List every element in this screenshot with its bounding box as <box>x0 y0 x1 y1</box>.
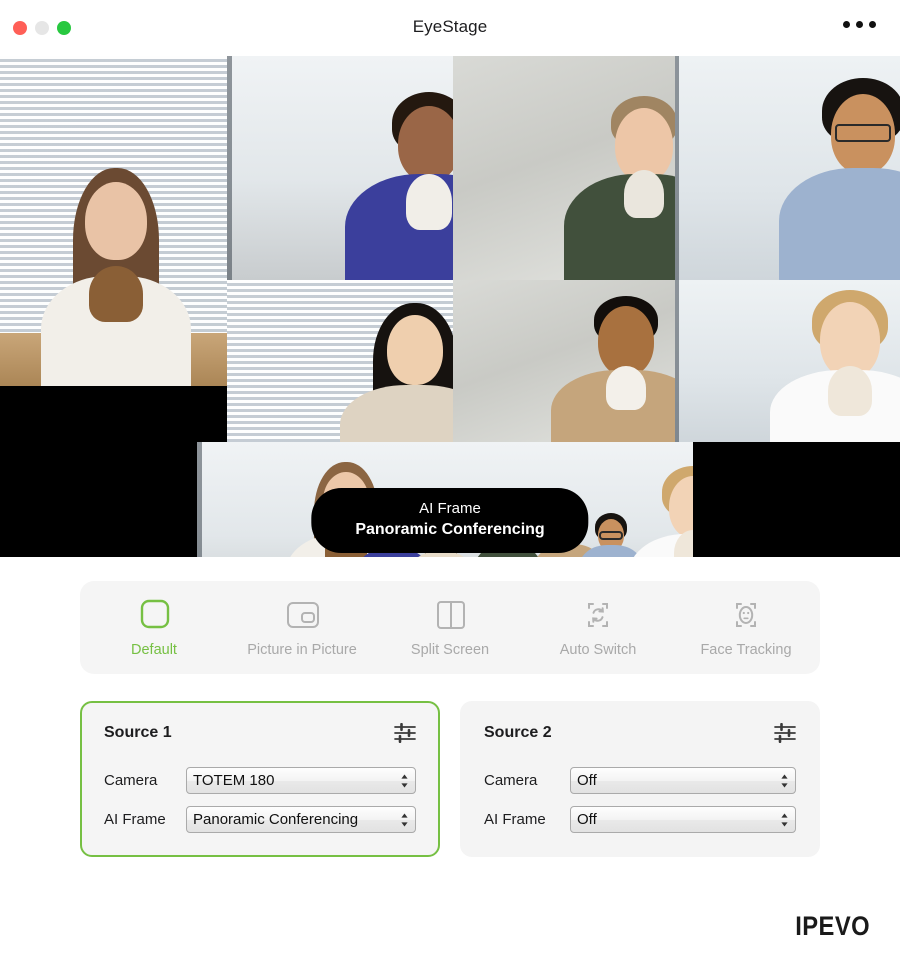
participant-tile-3[interactable] <box>453 56 675 280</box>
source-2-camera-row: Camera Off <box>484 767 796 794</box>
source-panels: Source 1 Camera TOTEM 180 AI Frame Panor… <box>80 701 820 857</box>
picture-in-picture-icon <box>280 598 324 632</box>
collar-shape <box>624 170 664 219</box>
more-options-button[interactable] <box>843 21 876 28</box>
source-1-aiframe-select[interactable]: Panoramic Conferencing <box>186 806 416 833</box>
app-window: EyeStage AI Frame Panoramic Conferencing… <box>0 0 900 972</box>
face-tracking-icon <box>724 598 768 632</box>
source-2-camera-select-wrap: Off <box>570 767 796 794</box>
mode-label-auto-switch: Auto Switch <box>559 641 637 658</box>
collar-shape <box>827 365 872 416</box>
collar-shape <box>405 173 452 230</box>
participant-tile-2[interactable] <box>227 56 453 280</box>
source-1-aiframe-select-wrap: Panoramic Conferencing <box>186 806 416 833</box>
participant-tile-6[interactable] <box>453 280 675 442</box>
mode-label-split-screen: Split Screen <box>410 641 490 658</box>
ellipsis-icon <box>869 21 876 28</box>
ai-frame-overlay-value: Panoramic Conferencing <box>355 520 545 538</box>
tile-scene <box>675 280 900 442</box>
ellipsis-icon <box>843 21 850 28</box>
mode-button-auto-switch[interactable]: Auto Switch <box>524 598 672 658</box>
mode-button-face-tracking[interactable]: Face Tracking <box>672 598 820 658</box>
app-title: EyeStage <box>412 17 488 36</box>
person-figure <box>564 96 675 280</box>
tile-scene <box>675 56 900 280</box>
head-shape <box>387 314 443 385</box>
person-figure <box>628 465 693 557</box>
participant-tile-5[interactable] <box>227 280 453 442</box>
source-panel-1-title: Source 1 <box>104 724 172 741</box>
collar-shape <box>605 366 646 411</box>
source-1-camera-select[interactable]: TOTEM 180 <box>186 767 416 794</box>
glasses-icon <box>598 531 623 541</box>
source-1-aiframe-label: AI Frame <box>104 811 166 828</box>
glasses-icon <box>834 124 891 143</box>
mode-selector-bar: Default Picture in Picture Split Screen <box>80 581 820 674</box>
source-2-aiframe-select-wrap: Off <box>570 806 796 833</box>
auto-switch-icon <box>576 598 620 632</box>
source-2-aiframe-row: AI Frame Off <box>484 806 796 833</box>
person-figure <box>769 289 900 442</box>
default-frame-icon <box>132 598 176 632</box>
source-2-aiframe-label: AI Frame <box>484 811 546 828</box>
tile-scene <box>227 280 453 442</box>
ipevo-logo: IPEVO <box>795 911 870 941</box>
source-panel-1-header: Source 1 <box>104 722 416 744</box>
sliders-icon[interactable] <box>394 722 416 744</box>
mode-label-picture-in-picture: Picture in Picture <box>247 641 357 658</box>
mode-label-face-tracking: Face Tracking <box>700 641 792 658</box>
mode-button-default[interactable]: Default <box>80 598 228 658</box>
tile-scene <box>227 56 453 280</box>
ellipsis-icon <box>856 21 863 28</box>
title-bar: EyeStage <box>0 0 900 56</box>
person-figure <box>344 91 453 280</box>
source-panel-1[interactable]: Source 1 Camera TOTEM 180 AI Frame Panor… <box>80 701 440 857</box>
source-2-camera-select[interactable]: Off <box>570 767 796 794</box>
head-shape <box>84 182 147 261</box>
torso-shape <box>778 168 900 280</box>
mode-button-picture-in-picture[interactable]: Picture in Picture <box>228 598 376 658</box>
source-2-aiframe-select[interactable]: Off <box>570 806 796 833</box>
source-panel-2-header: Source 2 <box>484 722 796 744</box>
person-figure <box>550 296 675 442</box>
mode-button-split-screen[interactable]: Split Screen <box>376 598 524 658</box>
sliders-icon[interactable] <box>774 722 796 744</box>
source-panel-2[interactable]: Source 2 Camera Off AI Frame Off <box>460 701 820 857</box>
tile-scene <box>453 56 675 280</box>
participant-tile-4[interactable] <box>675 56 900 280</box>
torso-shape <box>340 384 453 442</box>
video-stage[interactable]: AI Frame Panoramic Conferencing <box>0 56 900 557</box>
ai-frame-overlay-title: AI Frame <box>419 500 481 517</box>
source-panel-2-title: Source 2 <box>484 724 552 741</box>
source-1-camera-row: Camera TOTEM 180 <box>104 767 416 794</box>
source-1-camera-label: Camera <box>104 772 158 789</box>
source-1-camera-select-wrap: TOTEM 180 <box>186 767 416 794</box>
collar-shape <box>88 266 143 323</box>
participant-tile-7[interactable] <box>675 280 900 442</box>
mode-label-default: Default <box>131 641 177 658</box>
person-figure <box>40 168 191 386</box>
source-1-aiframe-row: AI Frame Panoramic Conferencing <box>104 806 416 833</box>
person-figure <box>340 302 453 442</box>
head-shape <box>397 105 453 182</box>
source-2-camera-label: Camera <box>484 772 538 789</box>
tile-scene <box>0 56 227 386</box>
tile-scene <box>453 280 675 442</box>
person-figure <box>778 78 900 280</box>
ai-frame-overlay-badge: AI Frame Panoramic Conferencing <box>311 488 589 553</box>
participant-tile-1[interactable] <box>0 56 227 386</box>
split-screen-icon <box>428 598 472 632</box>
